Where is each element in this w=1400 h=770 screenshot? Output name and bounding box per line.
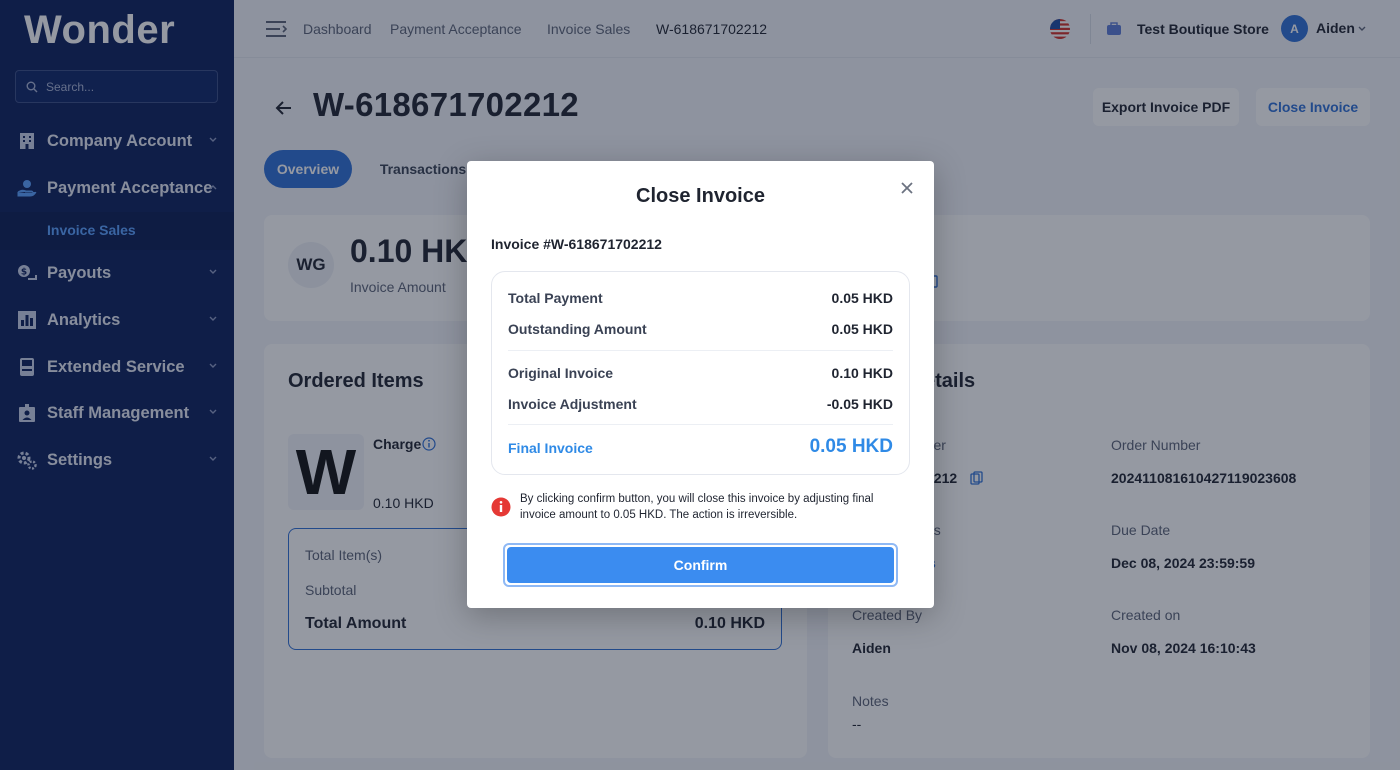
confirm-button[interactable]: Confirm xyxy=(507,547,894,583)
warning-icon xyxy=(491,497,511,517)
warning-text: By clicking confirm button, you will clo… xyxy=(520,493,874,521)
amount-breakdown: Total Payment 0.05 HKD Outstanding Amoun… xyxy=(491,271,910,475)
close-icon[interactable] xyxy=(898,179,916,197)
total-payment-label: Total Payment xyxy=(508,290,603,306)
original-invoice-label: Original Invoice xyxy=(508,365,614,381)
invoice-adjustment-value: -0.05 HKD xyxy=(826,396,893,412)
divider xyxy=(508,350,893,351)
outstanding-amount-label: Outstanding Amount xyxy=(508,321,647,337)
modal-title: Close Invoice xyxy=(636,185,765,207)
total-payment-value: 0.05 HKD xyxy=(831,290,893,306)
close-invoice-modal: Close Invoice Invoice #W-618671702212 To… xyxy=(467,161,934,608)
confirm-button-focus-ring: Confirm xyxy=(503,543,898,587)
final-invoice-label: Final Invoice xyxy=(508,440,593,456)
invoice-adjustment-label: Invoice Adjustment xyxy=(508,396,637,412)
modal-invoice-number: Invoice #W-618671702212 xyxy=(491,236,662,252)
outstanding-amount-value: 0.05 HKD xyxy=(831,321,893,337)
final-invoice-value: 0.05 HKD xyxy=(809,436,893,457)
original-invoice-value: 0.10 HKD xyxy=(831,365,893,381)
divider xyxy=(508,424,893,425)
